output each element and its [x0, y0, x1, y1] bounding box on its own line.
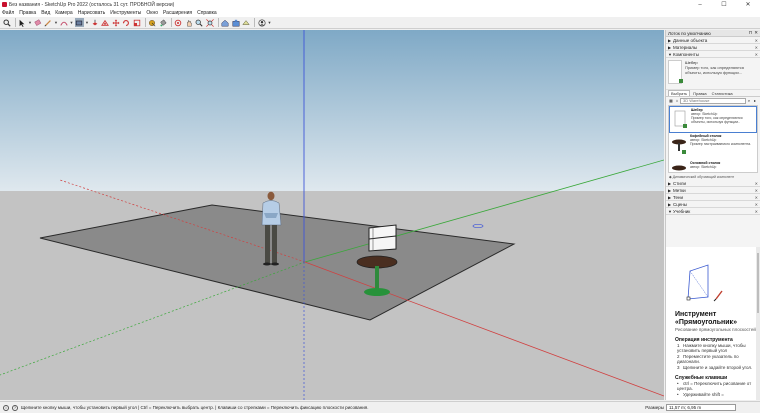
- offset-icon[interactable]: [101, 18, 110, 27]
- tab-select[interactable]: Выбрать: [668, 90, 691, 96]
- details-icon[interactable]: ▸: [752, 98, 758, 104]
- component-thumbnail: [670, 134, 688, 156]
- component-list: Шебер автор: SketchUp Пример того, как о…: [668, 105, 758, 173]
- list-item[interactable]: Шебер автор: SketchUp Пример того, как о…: [669, 106, 757, 133]
- measurements-input[interactable]: 11,57 m; 6,95 m: [666, 404, 736, 411]
- status-text: Щелкните кнопку мыши, чтобы установить п…: [21, 405, 369, 410]
- info-icon: ◆: [669, 175, 672, 179]
- modifier-keys: • ctrl = Переключить рисование от центра.…: [677, 381, 752, 397]
- maximize-button[interactable]: ☐: [712, 0, 736, 9]
- component-preview: Шебер Пример того, как определяются объе…: [666, 58, 760, 90]
- arc-icon[interactable]: [59, 18, 68, 27]
- tape-measure-icon[interactable]: [148, 18, 157, 27]
- bookshelf[interactable]: [368, 224, 397, 252]
- move-icon[interactable]: [111, 18, 120, 27]
- list-item[interactable]: Кофейный столик автор: SketchUp Пример н…: [669, 133, 757, 160]
- close-icon[interactable]: ✕: [755, 209, 758, 214]
- help-icon[interactable]: ?: [12, 404, 18, 411]
- menu-view[interactable]: Вид: [41, 10, 50, 16]
- chevron-down-icon[interactable]: ▼: [268, 18, 272, 27]
- component-search-row: ▦ ⌂ ⌕ ▸: [666, 96, 760, 104]
- close-icon[interactable]: ✕: [755, 52, 758, 57]
- rotate-icon[interactable]: [122, 18, 131, 27]
- model-viewport[interactable]: [0, 30, 664, 400]
- chevron-down-icon[interactable]: ▼: [28, 18, 32, 27]
- close-icon[interactable]: ✕: [755, 45, 758, 50]
- zoom-extents-icon[interactable]: [205, 18, 214, 27]
- section-icon[interactable]: [242, 18, 251, 27]
- push-pull-icon[interactable]: [90, 18, 99, 27]
- main-toolbar: ▼ ▼ ▼ ▼ ▼: [0, 17, 760, 29]
- panel-materials[interactable]: ▶ Материалы ✕: [666, 44, 760, 51]
- panel-scenes[interactable]: ▶ Сцены ✕: [666, 201, 760, 208]
- tab-edit[interactable]: Правка: [691, 91, 709, 96]
- pin-icon[interactable]: ⊓: [749, 30, 753, 36]
- user-icon[interactable]: [257, 18, 266, 27]
- zoom-icon[interactable]: [195, 18, 204, 27]
- close-button[interactable]: ✕: [736, 0, 760, 9]
- search-input[interactable]: [680, 97, 746, 104]
- menu-bar: Файл Правка Вид Камера Нарисовать Инстру…: [0, 9, 760, 17]
- orbit-icon[interactable]: [174, 18, 183, 27]
- menu-window[interactable]: Окно: [146, 10, 158, 16]
- window-title: Без названия - SketchUp Pro 2022 (остало…: [9, 1, 175, 8]
- instructor-illustration: [680, 251, 740, 307]
- tray-title-bar: Лоток по умолчанию ⊓ ✕: [666, 30, 760, 37]
- default-tray: Лоток по умолчанию ⊓ ✕ ▶ Данные объекта …: [665, 30, 760, 400]
- close-icon[interactable]: ✕: [754, 30, 758, 36]
- close-icon[interactable]: ✕: [755, 202, 758, 207]
- title-bar: Без названия - SketchUp Pro 2022 (остало…: [0, 0, 760, 9]
- instructor-scrollbar[interactable]: [756, 247, 760, 400]
- panel-entity-info[interactable]: ▶ Данные объекта ✕: [666, 37, 760, 44]
- status-bar: i ? Щелкните кнопку мыши, чтобы установи…: [0, 401, 760, 413]
- instructor-title: Инструмент «Прямоугольник»: [675, 311, 737, 326]
- extension-icon[interactable]: [231, 18, 240, 27]
- menu-edit[interactable]: Правка: [19, 10, 36, 16]
- tab-statistics[interactable]: Статистика: [710, 91, 735, 96]
- chevron-down-icon[interactable]: ▼: [54, 18, 58, 27]
- search-icon[interactable]: [2, 18, 11, 27]
- component-description: Пример того, как определяются объекты, и…: [685, 65, 744, 75]
- sky: [0, 30, 664, 191]
- tray-title: Лоток по умолчанию: [668, 30, 711, 36]
- menu-help[interactable]: Справка: [197, 10, 217, 16]
- panel-instructor[interactable]: ▼ Учебник ✕: [666, 208, 760, 215]
- instructor-subtitle: Рисование прямоугольных плоскостей: [675, 327, 756, 332]
- menu-draw[interactable]: Нарисовать: [78, 10, 105, 16]
- menu-extensions[interactable]: Расширения: [163, 10, 192, 16]
- select-arrow-icon[interactable]: [18, 18, 27, 27]
- chevron-down-icon[interactable]: ▼: [85, 18, 89, 27]
- menu-file[interactable]: Файл: [2, 10, 14, 16]
- measurements-label: Размеры: [645, 405, 664, 410]
- menu-tools[interactable]: Инструменты: [110, 10, 141, 16]
- menu-camera[interactable]: Камера: [55, 10, 72, 16]
- panel-shadows[interactable]: ▶ Тени ✕: [666, 194, 760, 201]
- paint-bucket-icon[interactable]: [158, 18, 167, 27]
- sketchup-logo-icon: [2, 2, 7, 7]
- component-thumbnail: [671, 108, 689, 130]
- operation-steps: 1 Нажмите кнопку мыши, чтобы установить п…: [677, 343, 753, 370]
- close-icon[interactable]: ✕: [755, 181, 758, 186]
- pencil-line-icon[interactable]: [44, 18, 53, 27]
- close-icon[interactable]: ✕: [755, 188, 758, 193]
- close-icon[interactable]: ✕: [755, 38, 758, 43]
- instructor-content: Инструмент «Прямоугольник» Рисование пря…: [666, 247, 760, 400]
- panel-tags[interactable]: ▶ Метки ✕: [666, 187, 760, 194]
- chevron-down-icon[interactable]: ▼: [70, 18, 74, 27]
- pan-icon[interactable]: [184, 18, 193, 27]
- close-icon[interactable]: ✕: [755, 195, 758, 200]
- component-thumbnail: [670, 161, 688, 172]
- panel-components[interactable]: ▼ Компоненты ✕: [666, 51, 760, 58]
- minimize-button[interactable]: –: [688, 0, 712, 9]
- warehouse-icon[interactable]: [221, 18, 230, 27]
- info-icon[interactable]: i: [3, 404, 9, 411]
- eraser-icon[interactable]: [33, 18, 42, 27]
- list-item[interactable]: Основной столик автор: SketchUp: [669, 160, 757, 172]
- scale-icon[interactable]: [132, 18, 141, 27]
- panel-styles[interactable]: ▶ Стили ✕: [666, 180, 760, 187]
- rectangle-icon[interactable]: [74, 18, 84, 27]
- component-thumbnail: [668, 60, 683, 84]
